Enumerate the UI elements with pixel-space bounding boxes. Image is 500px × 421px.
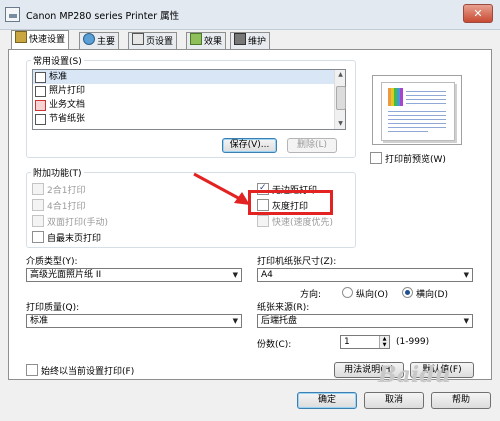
two-in-one-checkbox[interactable]: 2合1打印 bbox=[32, 183, 85, 196]
common-settings-list[interactable]: 标准 照片打印 业务文档 节省纸张 bbox=[32, 69, 346, 130]
effects-icon bbox=[190, 33, 202, 45]
media-type-label: 介质类型(Y): bbox=[26, 257, 78, 267]
reverse-order-checkbox[interactable]: 自最末页打印 bbox=[32, 231, 101, 244]
common-settings-label: 常用设置(S) bbox=[31, 54, 84, 67]
always-print-current-checkbox[interactable]: 始终以当前设置打印(F) bbox=[26, 364, 134, 377]
paper-size-select[interactable]: A4 ▼ bbox=[257, 268, 473, 282]
business-doc-icon bbox=[35, 100, 46, 111]
scroll-thumb[interactable] bbox=[336, 86, 346, 110]
media-type-select[interactable]: 高级光面照片纸 II ▼ bbox=[26, 268, 242, 282]
paper-saving-icon bbox=[35, 114, 46, 125]
scroll-down-icon[interactable]: ▼ bbox=[335, 119, 346, 129]
chevron-down-icon: ▼ bbox=[232, 317, 238, 325]
orientation-label: 方向: bbox=[300, 290, 322, 300]
chevron-down-icon: ▼ bbox=[463, 317, 469, 325]
print-quality-label: 打印质量(Q): bbox=[26, 303, 80, 313]
additional-features-label: 附加功能(T) bbox=[31, 166, 84, 179]
copies-range: (1-999) bbox=[396, 337, 430, 347]
decrement-icon[interactable]: ▼ bbox=[379, 342, 389, 348]
chevron-down-icon: ▼ bbox=[232, 271, 238, 279]
print-preview-checkbox[interactable]: 打印前预览(W) bbox=[370, 152, 446, 165]
paper-source-select[interactable]: 后端托盘 ▼ bbox=[257, 314, 473, 328]
tab-page-setup[interactable]: 页设置 bbox=[128, 32, 178, 50]
tab-quick-setup[interactable]: 快速设置 bbox=[11, 30, 70, 49]
fast-mode-checkbox[interactable]: 快速(速度优先) bbox=[257, 215, 333, 228]
print-preview-thumbnail bbox=[372, 75, 462, 145]
photo-print-icon bbox=[35, 86, 46, 97]
four-in-one-checkbox[interactable]: 4合1打印 bbox=[32, 199, 85, 212]
standard-icon bbox=[35, 72, 46, 83]
list-item[interactable]: 标准 bbox=[33, 70, 345, 84]
paper-source-label: 纸张来源(R): bbox=[257, 303, 310, 313]
main-icon bbox=[83, 33, 95, 45]
print-quality-select[interactable]: 标准 ▼ bbox=[26, 314, 242, 328]
portrait-radio[interactable]: 纵向(O) bbox=[342, 287, 388, 300]
list-item[interactable]: 节省纸张 bbox=[33, 112, 345, 126]
paper-size-label: 打印机纸张尺寸(Z): bbox=[257, 257, 337, 267]
ok-button[interactable]: 确定 bbox=[297, 392, 357, 409]
printer-app-icon bbox=[5, 7, 20, 22]
list-scrollbar[interactable]: ▲ ▼ bbox=[334, 70, 346, 129]
tab-main[interactable]: 主要 bbox=[79, 32, 120, 50]
watermark-logo: Baidu bbox=[378, 362, 451, 388]
checkbox-box[interactable] bbox=[370, 152, 382, 164]
copies-stepper[interactable]: 1 ▲ ▼ bbox=[340, 335, 390, 349]
copies-label: 份数(C): bbox=[257, 340, 292, 350]
quick-setup-icon bbox=[15, 31, 27, 43]
page-setup-icon bbox=[132, 33, 144, 45]
save-button[interactable]: 保存(V)... bbox=[222, 138, 277, 153]
tab-effects[interactable]: 效果 bbox=[186, 32, 227, 50]
scroll-up-icon[interactable]: ▲ bbox=[335, 70, 346, 80]
window-title: Canon MP280 series Printer 属性 bbox=[26, 11, 180, 22]
landscape-radio[interactable]: 横向(D) bbox=[402, 287, 448, 300]
list-item[interactable]: 业务文档 bbox=[33, 98, 345, 112]
duplex-manual-checkbox[interactable]: 双面打印(手动) bbox=[32, 215, 108, 228]
tab-maintenance[interactable]: 维护 bbox=[230, 32, 271, 50]
annotation-highlight-box bbox=[248, 190, 333, 215]
close-button[interactable]: ✕ bbox=[463, 4, 493, 23]
delete-button[interactable]: 删除(L) bbox=[287, 138, 337, 153]
chevron-down-icon: ▼ bbox=[463, 271, 469, 279]
maintenance-icon bbox=[234, 33, 246, 45]
preview-paper bbox=[381, 82, 455, 141]
list-item[interactable]: 照片打印 bbox=[33, 84, 345, 98]
